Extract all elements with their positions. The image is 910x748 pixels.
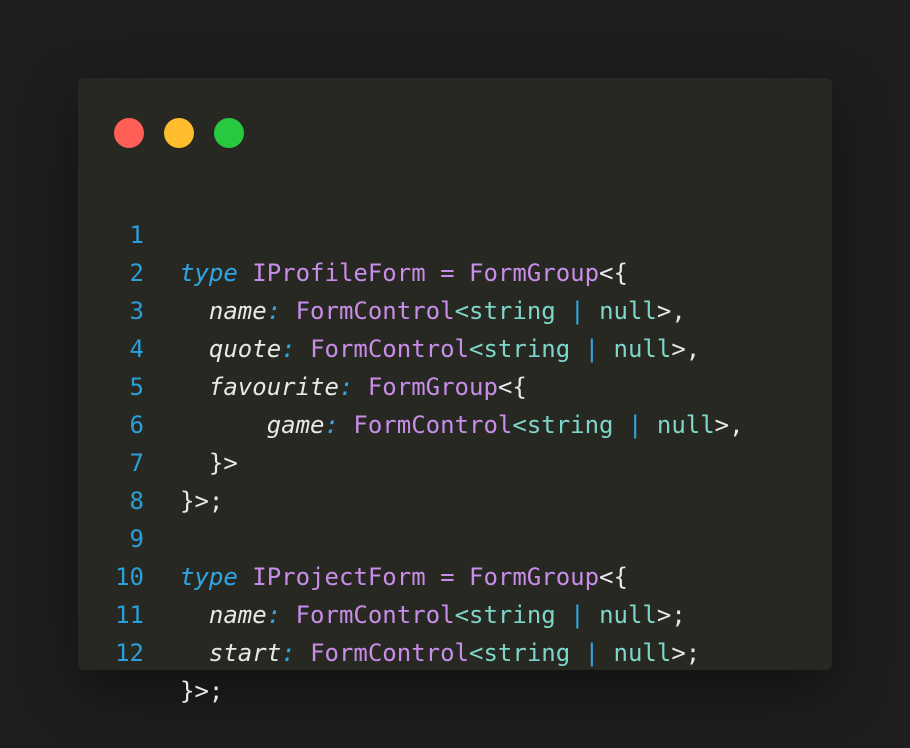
code-line: 8 xyxy=(78,444,832,515)
code-window: 1 type IProfileForm = FormGroup<{ 2 name… xyxy=(78,78,832,705)
code-block: 1 type IProfileForm = FormGroup<{ 2 name… xyxy=(78,178,832,705)
maximize-dot-icon[interactable] xyxy=(214,118,244,148)
line-number: 12 xyxy=(115,639,144,667)
code-line: 3 quote: FormControl<string | null>, xyxy=(78,254,832,363)
code-line: 10 name: FormControl<string | null>; xyxy=(78,520,832,629)
code-line: 7 }>; xyxy=(78,406,832,515)
code-line: 1 type IProfileForm = FormGroup<{ xyxy=(78,178,832,287)
code-line: 4 favourite: FormGroup<{ xyxy=(78,292,832,401)
close-dot-icon[interactable] xyxy=(114,118,144,148)
line-content: start: FormControl<string | null>; xyxy=(208,639,701,667)
code-line: 6 }> xyxy=(78,368,832,477)
minimize-dot-icon[interactable] xyxy=(164,118,194,148)
code-line: 9 type IProjectForm = FormGroup<{ xyxy=(78,482,832,591)
code-line: 2 name: FormControl<string | null>, xyxy=(78,216,832,325)
code-line: 5 game: FormControl<string | null>, xyxy=(78,330,832,439)
code-line: 11 start: FormControl<string | null>; xyxy=(78,558,832,667)
code-line: 12 }>; xyxy=(78,596,832,705)
line-content: }>; xyxy=(180,677,224,705)
